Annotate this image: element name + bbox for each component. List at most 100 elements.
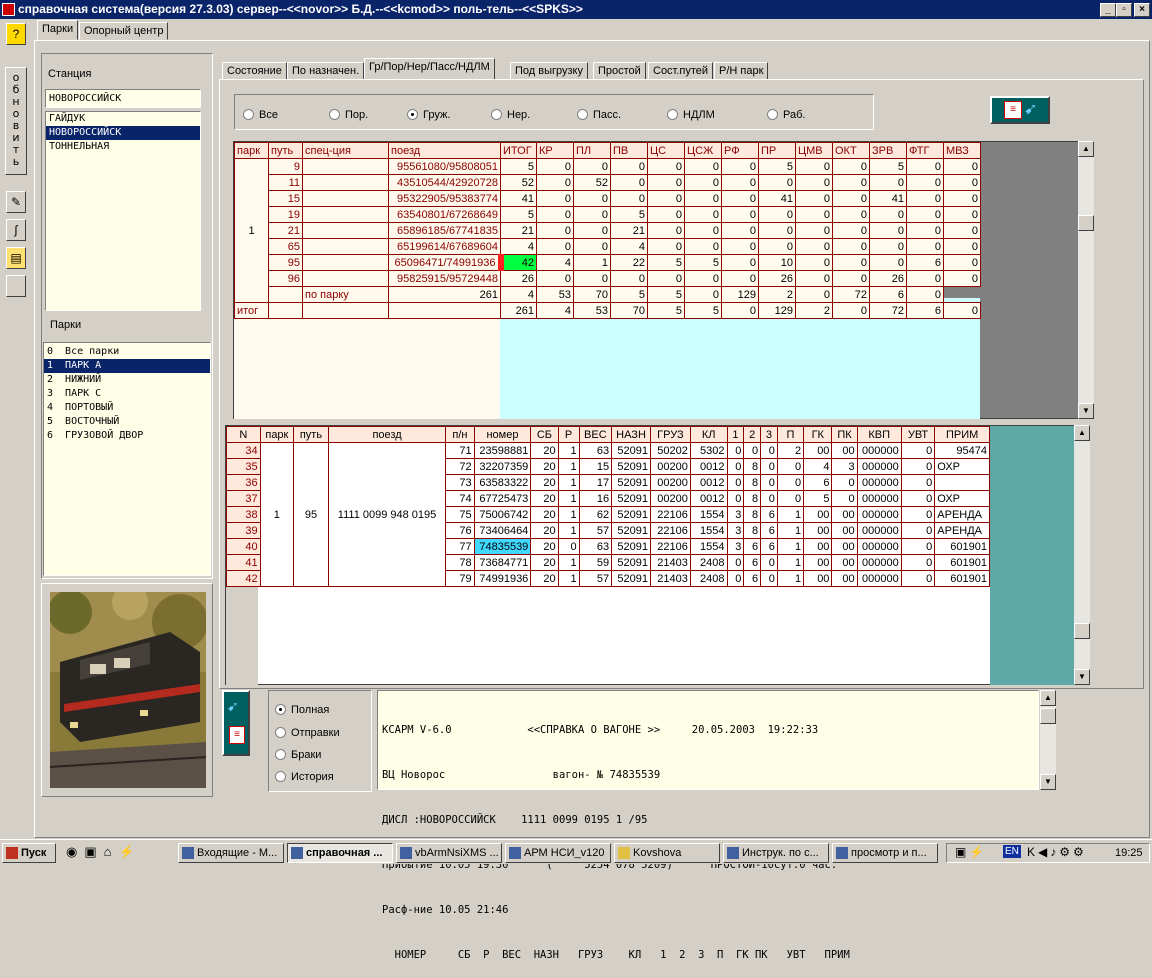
column-header[interactable]: ОКТ [832,142,870,159]
value-cell[interactable]: 73684771 [473,554,532,571]
value-cell[interactable]: 75 [445,506,475,523]
value-cell[interactable]: 21403 [649,570,691,587]
task-button[interactable]: просмотр и п... [832,843,938,863]
park-item[interactable]: 5 ВОСТОЧНЫЙ [44,415,210,429]
value-cell[interactable]: 6 [760,506,778,523]
station-input[interactable]: НОВОРОССИЙСК [45,89,201,108]
value-cell[interactable]: 000000 [856,474,902,491]
value-cell[interactable]: 63 [578,538,613,555]
value-cell[interactable]: 0 [536,238,574,255]
value-cell[interactable]: 52 [573,174,611,191]
table-row[interactable]: 1 9 95561080/95808051 5 0 0 0 0 0 0 5 0 0 5 0 0 [234,158,981,303]
value-cell[interactable]: 0 [647,158,685,175]
value-cell[interactable]: 0 [906,206,944,223]
column-header[interactable]: N [226,426,261,443]
value-cell[interactable]: 0 [943,206,981,223]
tab-parks[interactable]: Парки [37,20,79,40]
value-cell[interactable]: 57 [578,570,613,587]
column-header[interactable]: КВП [856,426,902,443]
park-item[interactable]: 4 ПОРТОВЫЙ [44,401,210,415]
value-cell[interactable]: 5 [869,158,907,175]
value-cell[interactable]: 0 [943,222,981,239]
value-cell[interactable]: 0 [610,270,648,287]
value-cell[interactable]: 62 [578,506,613,523]
value-cell[interactable]: 0 [758,206,796,223]
value-cell[interactable]: 0 [684,158,722,175]
value-cell[interactable]: 0 [758,174,796,191]
column-header[interactable]: ПВ [610,142,648,159]
value-cell[interactable]: 5302 [689,442,728,459]
value-cell[interactable]: 0 [832,238,870,255]
value-cell[interactable]: ОХР [934,458,990,475]
column-header[interactable]: 1 [726,426,745,443]
report-tool-button[interactable]: ➹ ≡ [222,690,250,756]
value-cell[interactable]: 0 [869,174,907,191]
scroll-thumb[interactable] [1040,708,1056,724]
column-header[interactable]: ГРУЗ [649,426,691,443]
value-cell[interactable]: 0012 [689,458,728,475]
value-cell[interactable]: 0 [573,222,611,239]
task-button[interactable]: Инструк. по с... [723,843,829,863]
value-cell[interactable]: ОХР [934,490,990,507]
value-cell[interactable]: 20 [530,538,559,555]
tray-icons[interactable]: K◀♪⚙⚙ [1027,845,1087,859]
report-text[interactable]: КСАРМ V-6.0 <<СПРАВКА О ВАГОНЕ >> 20.05.… [377,690,1039,961]
value-cell[interactable]: 0 [573,270,611,287]
filter-work[interactable]: Раб. [767,109,805,121]
value-cell[interactable]: 52091 [611,458,651,475]
value-cell[interactable]: 00 [803,442,833,459]
station-list[interactable]: ГАЙДУК НОВОРОССИЙСК ТОННЕЛЬНАЯ [45,111,201,311]
value-cell[interactable]: 6 [743,570,762,587]
filter-por[interactable]: Пор. [329,109,368,121]
filter-pass[interactable]: Пасс. [577,109,621,121]
value-cell[interactable]: 0 [647,238,685,255]
column-header[interactable]: УВТ [900,426,936,443]
value-cell[interactable]: 0 [776,458,805,475]
column-header[interactable]: ГК [803,426,833,443]
value-cell[interactable]: 3 [726,522,745,539]
value-cell[interactable]: 0 [832,206,870,223]
scroll-up-button[interactable]: ▲ [1078,141,1094,157]
column-header[interactable]: спец-ция [302,142,389,159]
value-cell[interactable]: 50202 [649,442,691,459]
value-cell[interactable]: 1 [557,506,580,523]
value-cell[interactable]: 0 [726,554,745,571]
table-row[interactable]: 95 65096471/74991936 42 4 1 22 5 5 0 10 0 0 0 6 0 [235,254,981,271]
value-cell[interactable]: 00 [831,538,858,555]
value-cell[interactable]: 6 [743,538,762,555]
value-cell[interactable]: 0 [795,174,833,191]
value-cell[interactable]: 22106 [649,506,691,523]
value-cell[interactable]: 0 [943,238,981,255]
value-cell[interactable]: 2408 [689,570,728,587]
help-button[interactable]: ? [6,23,26,45]
value-cell[interactable]: 77 [445,538,475,555]
value-cell[interactable]: 5 [803,490,833,507]
value-cell[interactable]: 52091 [611,522,651,539]
value-cell[interactable]: 1554 [689,538,728,555]
value-cell[interactable]: 20 [530,474,559,491]
value-cell[interactable]: 0 [760,442,778,459]
value-cell[interactable]: 601901 [934,570,990,587]
value-cell[interactable]: 71 [445,442,475,459]
value-cell[interactable]: 0 [684,190,722,207]
column-header[interactable]: Р [557,426,580,443]
value-cell[interactable]: 601901 [934,538,990,555]
column-header[interactable]: 3 [760,426,778,443]
scroll-thumb[interactable] [1078,215,1094,231]
column-header[interactable]: РФ [721,142,759,159]
value-cell[interactable]: 74835539 [473,538,532,555]
value-cell[interactable]: 0 [684,270,722,287]
value-cell[interactable]: 000000 [856,442,902,459]
value-cell[interactable]: 26 [869,270,907,287]
table-row[interactable]: 19 63540801/67268649 5 0 0 5 0 0 0 0 0 0 0 0 0 [235,206,981,223]
task-button[interactable]: Kovshova [614,843,720,863]
column-header[interactable]: путь [293,426,329,443]
tab-support-center[interactable]: Опорный центр [79,22,169,40]
value-cell[interactable]: 5 [610,206,648,223]
value-cell[interactable]: 52 [500,174,537,191]
value-cell[interactable]: 00200 [649,458,691,475]
value-cell[interactable]: 0 [760,554,778,571]
value-cell[interactable]: 00200 [649,474,691,491]
column-header[interactable]: НАЗН [611,426,651,443]
curve-icon[interactable]: ∫ [6,219,26,241]
